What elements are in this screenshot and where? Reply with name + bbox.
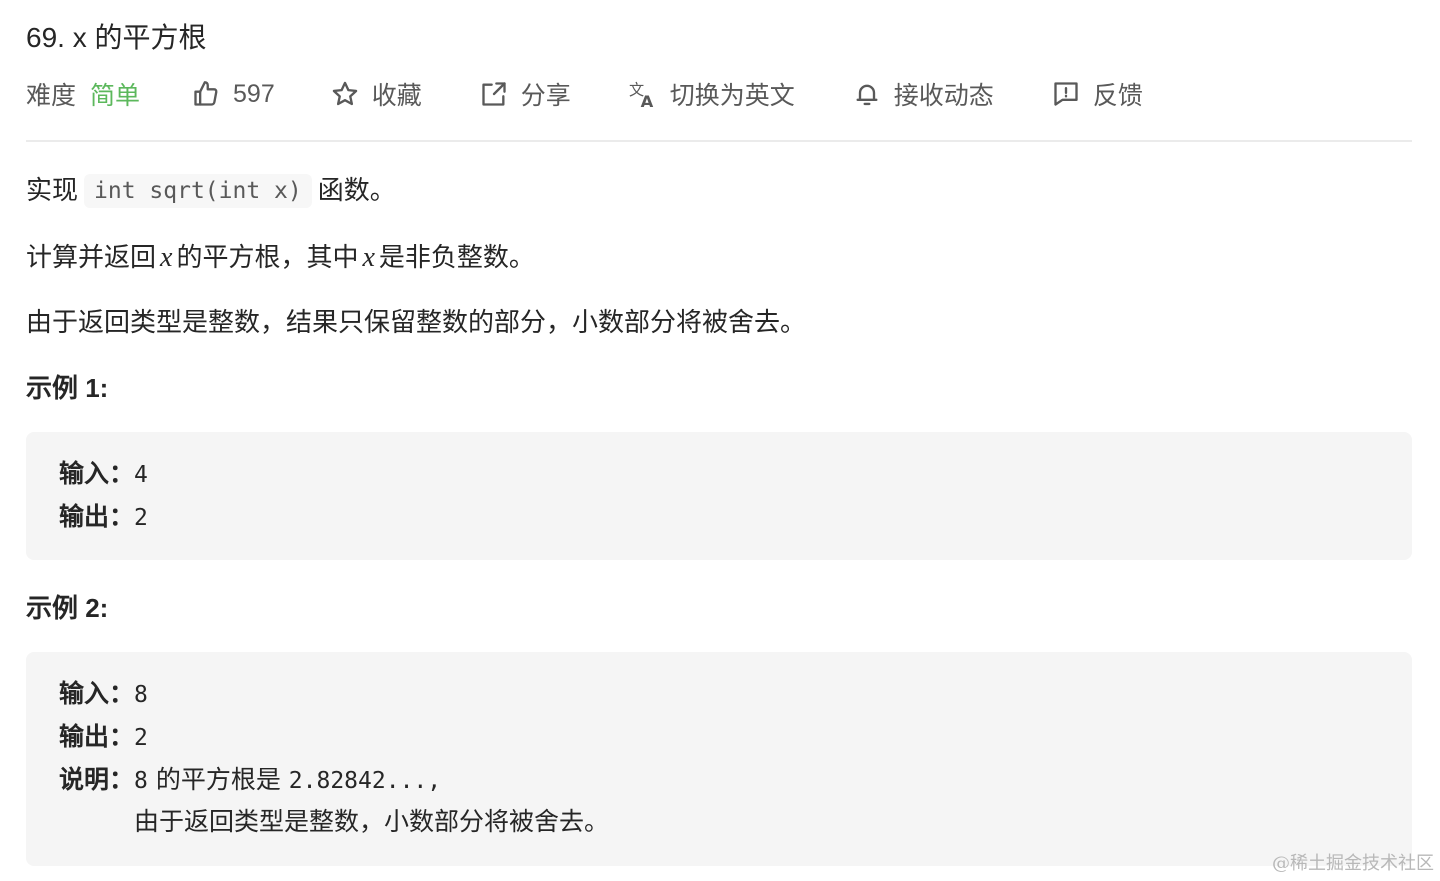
feedback-label: 反馈 [1092,82,1143,110]
description-text: 函数。 [317,175,396,205]
feedback-icon [1054,82,1078,106]
input-value: 4 [134,462,148,488]
description-text: 实现 [26,175,79,205]
difficulty-badge: 简单 [90,82,141,110]
explanation-number: 2.82842..., [288,768,442,794]
example-explanation-line: 说明：8 的平方根是 2.82842..., [59,762,441,799]
explanation-text: 的平方根是 [155,765,281,794]
difficulty-label: 难度 [26,82,77,110]
divider [26,140,1412,142]
share-icon [482,82,506,106]
like-count: 597 [233,79,275,108]
output-value: 2 [134,725,148,751]
example-1-box: 输入：4 输出：2 [26,432,1412,560]
example-1-heading: 示例 1: [26,373,109,403]
translate-button[interactable]: 文 A 切换为英文 [629,76,795,112]
example-2-box: 输入：8 输出：2 说明：8 的平方根是 2.82842..., 由于返回类型是… [26,652,1412,866]
input-value: 8 [134,682,148,708]
favorite-label: 收藏 [371,82,422,110]
output-value: 2 [134,505,148,531]
description-paragraph-3: 由于返回类型是整数，结果只保留整数的部分，小数部分将被舍去。 [26,307,807,337]
description-paragraph-1: 实现 int sqrt(int x) 函数。 [26,172,396,208]
favorite-button[interactable]: 收藏 [331,76,422,112]
star-icon [332,81,357,106]
example-output-line: 输出：2 [59,719,148,756]
feedback-button[interactable]: 反馈 [1052,76,1143,112]
input-label: 输入： [59,679,135,708]
share-label: 分享 [520,82,571,110]
problem-title: 69. x 的平方根 [26,22,207,53]
like-button[interactable]: 597 [192,80,275,109]
example-2-heading: 示例 2: [26,593,109,623]
subscribe-button[interactable]: 接收动态 [853,76,994,112]
watermark: @稀土掘金技术社区 [1272,853,1434,874]
example-input-line: 输入：4 [59,456,148,493]
explanation-label: 说明： [59,765,135,794]
inline-code: int sqrt(int x) [84,174,312,208]
input-label: 输入： [59,459,135,488]
description-paragraph-2: 计算并返回 x 的平方根，其中 x 是非负整数。 [26,239,535,276]
svg-text:A: A [640,92,653,108]
bell-icon [856,84,878,106]
description-text: 的平方根，其中 [176,242,359,272]
example-input-line: 输入：8 [59,676,148,713]
output-label: 输出： [59,722,135,751]
example-output-line: 输出：2 [59,499,148,536]
share-button[interactable]: 分享 [480,76,571,112]
description-text: 计算并返回 [26,242,157,272]
explanation-number: 8 [134,768,148,794]
translate-icon: 文 A [629,81,654,108]
output-label: 输出： [59,502,135,531]
variable-x: x [362,242,375,273]
subscribe-label: 接收动态 [893,82,994,110]
variable-x: x [160,242,173,273]
example-explanation-line-2: 由于返回类型是整数，小数部分将被舍去。 [134,807,610,836]
thumbs-up-icon [194,81,218,106]
description-text: 是非负整数。 [378,242,535,272]
translate-label: 切换为英文 [669,82,795,110]
problem-toolbar: 难度 简单 597 收藏 分享 文 A 切换为英文 接收动态 反馈 [26,74,1201,114]
